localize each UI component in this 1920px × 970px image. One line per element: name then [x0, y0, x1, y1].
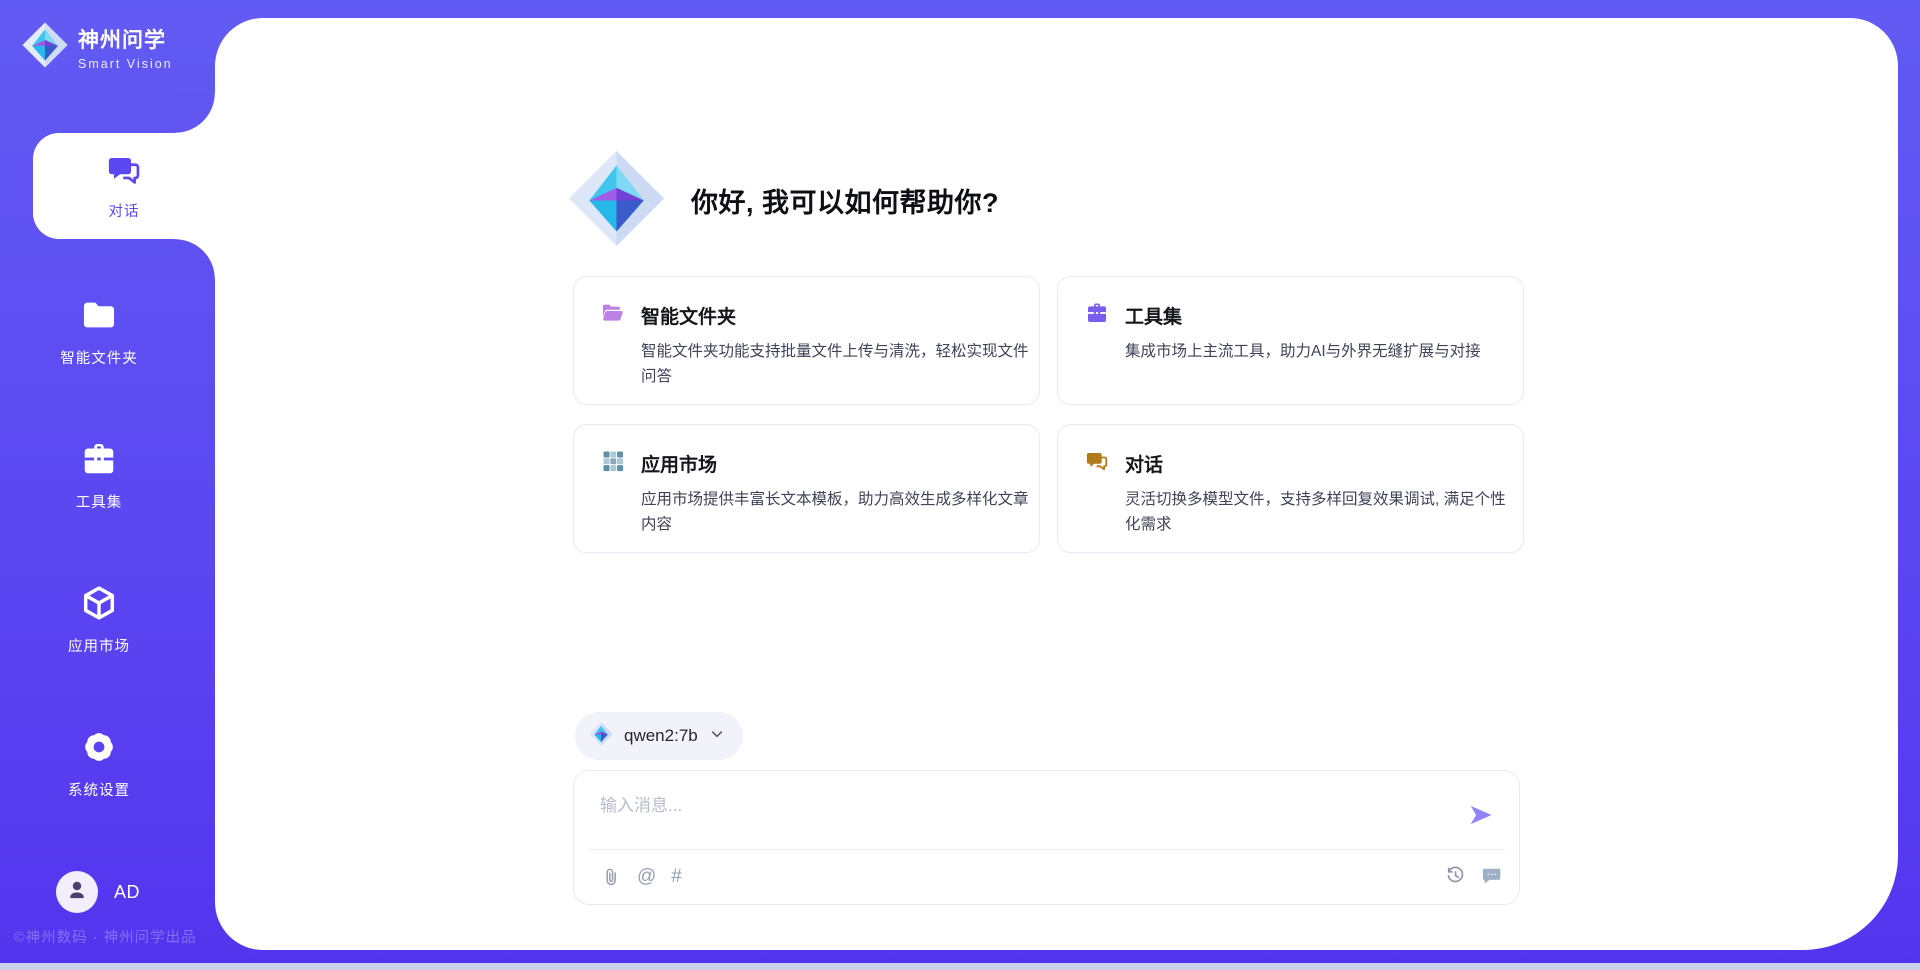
person-icon	[64, 877, 90, 908]
sidebar-item-toolbox[interactable]: 工具集	[0, 440, 198, 512]
sidebar-item-app-market[interactable]: 应用市场	[0, 584, 198, 656]
hash-icon[interactable]: #	[671, 864, 682, 890]
greeting-title: 你好, 我可以如何帮助你?	[691, 181, 999, 220]
sidebar-item-smart-folder[interactable]: 智能文件夹	[0, 296, 198, 368]
card-title: 智能文件夹	[641, 302, 736, 329]
card-description: 应用市场提供丰富长文本模板，助力高效生成多样化文章内容	[641, 488, 1033, 538]
tab-fillet-bottom	[175, 239, 215, 279]
gem-logo-icon	[589, 722, 613, 751]
tab-fillet-top	[175, 93, 215, 133]
at-icon[interactable]: @	[637, 864, 656, 890]
brand-name: 神州问学	[78, 24, 173, 54]
card-title: 应用市场	[641, 450, 717, 477]
card-description: 集成市场上主流工具，助力AI与外界无缝扩展与对接	[1125, 340, 1517, 365]
sidebar-item-label: 智能文件夹	[60, 347, 138, 368]
message-icon[interactable]	[1480, 864, 1503, 887]
paperclip-icon[interactable]	[600, 866, 622, 888]
folder-icon	[80, 296, 118, 339]
sidebar-item-label: 应用市场	[68, 635, 130, 656]
model-selector[interactable]: qwen2:7b	[575, 712, 743, 760]
chat-icon	[1085, 449, 1109, 478]
card-smart-folder[interactable]: 智能文件夹 智能文件夹功能支持批量文件上传与清洗，轻松实现文件问答	[573, 276, 1040, 405]
chevron-down-icon	[709, 726, 725, 747]
toolbox-icon	[1085, 301, 1109, 330]
toolbox-icon	[80, 440, 118, 483]
composer-divider	[588, 849, 1505, 850]
brand-logo: 神州问学 Smart Vision	[22, 22, 173, 73]
grid-icon	[601, 449, 625, 478]
chat-icon	[106, 152, 142, 193]
avatar	[56, 871, 98, 913]
sidebar-item-label: 系统设置	[68, 779, 130, 800]
gem-logo-icon	[22, 22, 68, 73]
sidebar-footer: ©神州数码 · 神州问学出品	[14, 926, 197, 947]
card-description: 灵活切换多模型文件，支持多样回复效果调试, 满足个性化需求	[1125, 488, 1517, 538]
card-chat[interactable]: 对话 灵活切换多模型文件，支持多样回复效果调试, 满足个性化需求	[1057, 424, 1524, 553]
card-app-market[interactable]: 应用市场 应用市场提供丰富长文本模板，助力高效生成多样化文章内容	[573, 424, 1040, 553]
sidebar-item-label: 工具集	[76, 491, 123, 512]
gem-logo-icon	[568, 150, 665, 252]
sidebar-item-label: 对话	[109, 200, 140, 221]
user-account[interactable]: AD	[56, 871, 140, 913]
sidebar: 神州问学 Smart Vision 对话 智能文件夹	[0, 0, 215, 963]
main-panel: 你好, 我可以如何帮助你? 智能文件夹 智能文件夹功能支持批量文件上传与清洗，轻…	[215, 18, 1898, 950]
history-icon[interactable]	[1444, 864, 1467, 887]
brand-subtitle: Smart Vision	[78, 57, 173, 71]
bottom-edge-strip	[0, 963, 1920, 970]
cube-icon	[80, 584, 118, 627]
card-title: 对话	[1125, 450, 1163, 477]
card-description: 智能文件夹功能支持批量文件上传与清洗，轻松实现文件问答	[641, 340, 1033, 390]
message-composer: @ #	[573, 770, 1520, 905]
send-icon[interactable]	[1467, 801, 1495, 834]
card-toolbox[interactable]: 工具集 集成市场上主流工具，助力AI与外界无缝扩展与对接	[1057, 276, 1524, 405]
feature-cards: 智能文件夹 智能文件夹功能支持批量文件上传与清洗，轻松实现文件问答 工具集	[573, 276, 1524, 553]
sidebar-item-settings[interactable]: 系统设置	[0, 728, 198, 800]
app-root: 神州问学 Smart Vision 对话 智能文件夹	[0, 0, 1920, 970]
gear-icon	[80, 728, 118, 771]
model-name: qwen2:7b	[624, 726, 698, 746]
folder-open-icon	[601, 301, 625, 330]
greeting: 你好, 我可以如何帮助你?	[568, 152, 999, 249]
user-name: AD	[114, 882, 140, 903]
message-input[interactable]	[600, 789, 1420, 823]
card-title: 工具集	[1125, 302, 1182, 329]
sidebar-item-chat[interactable]: 对话	[33, 133, 215, 239]
